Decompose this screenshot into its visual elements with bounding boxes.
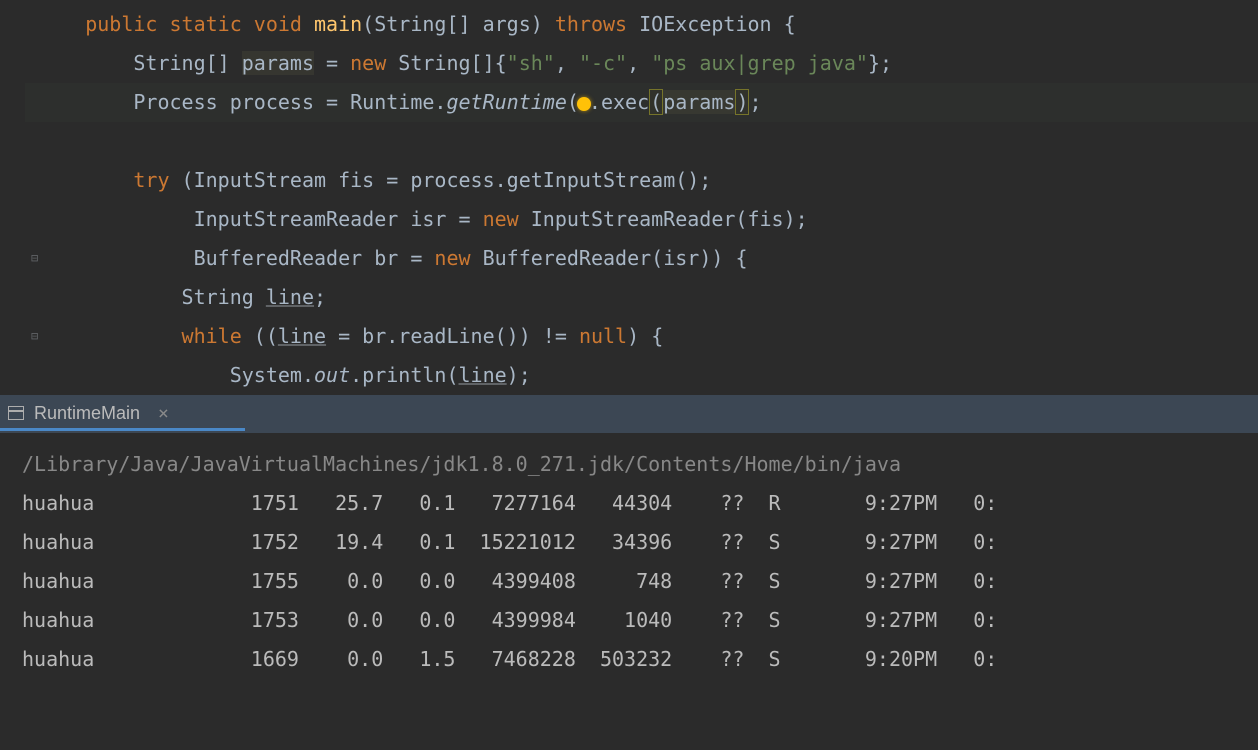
code-token: line	[266, 285, 314, 309]
code-token: InputStreamReader(fis);	[531, 207, 808, 231]
code-token: ;	[314, 285, 326, 309]
code-token: null	[579, 324, 627, 348]
code-token: ((	[254, 324, 278, 348]
code-token: new	[434, 246, 482, 270]
code-token: .exec	[589, 90, 649, 114]
panel-icon	[8, 406, 24, 420]
code-token: throws	[555, 12, 639, 36]
code-token: ) {	[627, 324, 663, 348]
console-process-row: huahua 1669 0.0 1.5 7468228 503232 ?? S …	[22, 640, 1258, 679]
code-token: .println(	[350, 363, 458, 387]
console-process-row: huahua 1752 19.4 0.1 15221012 34396 ?? S…	[22, 523, 1258, 562]
code-line[interactable]: ⊟ while ((line = br.readLine()) != null)…	[25, 317, 1258, 356]
code-token: String[]{	[398, 51, 506, 75]
code-token: ;	[749, 90, 761, 114]
gutter-fold-icon[interactable]: ⊟	[31, 247, 38, 270]
code-line[interactable]: try (InputStream fis = process.getInputS…	[25, 161, 1258, 200]
code-token: )	[735, 89, 749, 115]
code-token: IOException {	[639, 12, 796, 36]
code-token: );	[507, 363, 531, 387]
code-token: Process process = Runtime.	[133, 90, 446, 114]
console-process-row: huahua 1753 0.0 0.0 4399984 1040 ?? S 9:…	[22, 601, 1258, 640]
console-process-row: huahua 1751 25.7 0.1 7277164 44304 ?? R …	[22, 484, 1258, 523]
code-line[interactable]	[25, 122, 1258, 161]
code-line[interactable]: System.out.println(line);	[25, 356, 1258, 395]
code-token: (InputStream fis = process.getInputStrea…	[182, 168, 712, 192]
code-line[interactable]: Process process = Runtime.getRuntime (.ex…	[25, 83, 1258, 122]
code-editor[interactable]: public static void main(String[] args) t…	[0, 0, 1258, 395]
code-token: ,	[555, 51, 579, 75]
code-token: main	[314, 12, 362, 36]
code-token: System.	[230, 363, 314, 387]
code-token: try	[133, 168, 181, 192]
code-line[interactable]: public static void main(String[] args) t…	[25, 5, 1258, 44]
console-command-path: /Library/Java/JavaVirtualMachines/jdk1.8…	[22, 445, 1258, 484]
code-token: =	[314, 51, 350, 75]
console-process-row: huahua 1755 0.0 0.0 4399408 748 ?? S 9:2…	[22, 562, 1258, 601]
code-line[interactable]: ⊟ BufferedReader br = new BufferedReader…	[25, 239, 1258, 278]
code-token: String	[182, 285, 266, 309]
code-token: new	[483, 207, 531, 231]
run-panel-header: RuntimeMain ×	[0, 395, 1258, 433]
code-token: = br.readLine()) !=	[326, 324, 579, 348]
code-token: InputStreamReader isr =	[194, 207, 483, 231]
code-token: BufferedReader(isr)) {	[483, 246, 748, 270]
code-token: line	[459, 363, 507, 387]
code-token: params	[663, 90, 735, 114]
code-line[interactable]: String[] params = new String[]{"sh", "-c…	[25, 44, 1258, 83]
code-line[interactable]: InputStreamReader isr = new InputStreamR…	[25, 200, 1258, 239]
code-token: while	[182, 324, 254, 348]
code-token: params	[242, 51, 314, 75]
code-token: getRuntime	[446, 90, 566, 114]
code-token: BufferedReader br =	[194, 246, 435, 270]
code-token: line	[278, 324, 326, 348]
code-token: new	[350, 51, 398, 75]
run-config-tab[interactable]: RuntimeMain	[34, 403, 140, 424]
code-token: "ps aux|grep java"	[651, 51, 868, 75]
code-line[interactable]: String line;	[25, 278, 1258, 317]
code-token: "-c"	[579, 51, 627, 75]
code-token: public static void	[85, 12, 314, 36]
code-token: ,	[627, 51, 651, 75]
code-token: String[]	[133, 51, 241, 75]
code-token: out	[314, 363, 350, 387]
code-token: "sh"	[507, 51, 555, 75]
code-token: };	[868, 51, 892, 75]
close-icon[interactable]: ×	[158, 403, 169, 424]
gutter-fold-icon[interactable]: ⊟	[31, 325, 38, 348]
console-output[interactable]: /Library/Java/JavaVirtualMachines/jdk1.8…	[0, 433, 1258, 679]
code-token: (	[649, 89, 663, 115]
code-token: (String[] args)	[362, 12, 555, 36]
